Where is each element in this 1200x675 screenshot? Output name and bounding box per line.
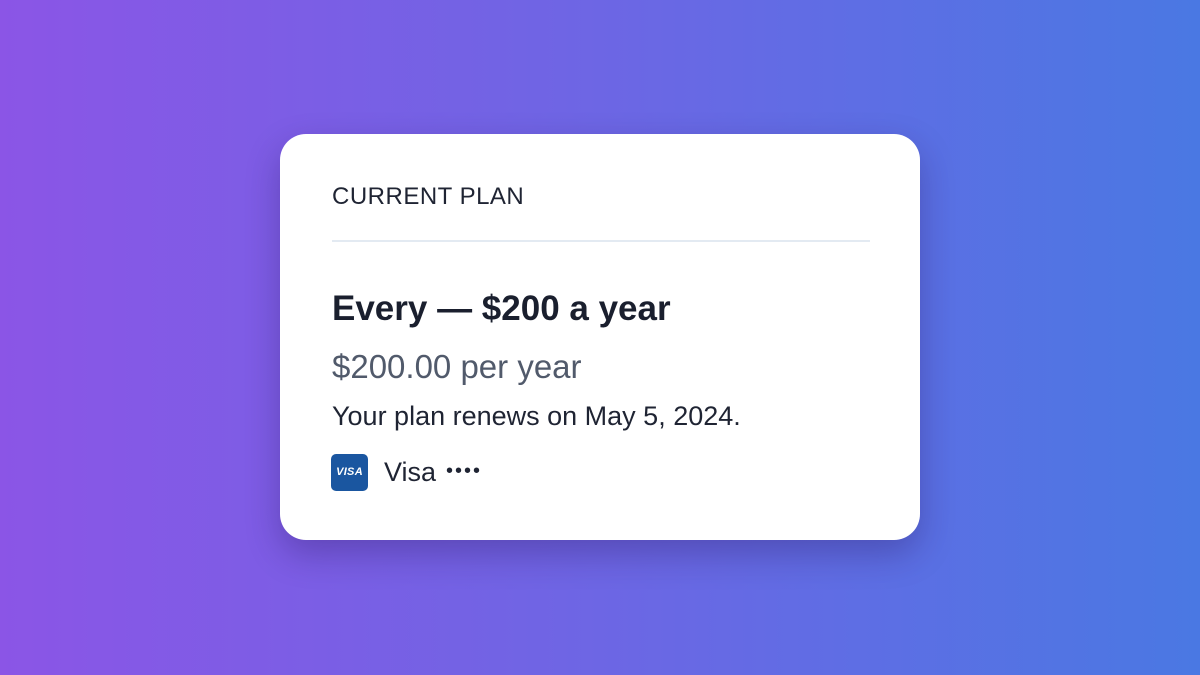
page-background: { "plan_card": { "section_label": "CURRE…	[0, 0, 1200, 675]
visa-icon: VISA	[331, 453, 368, 491]
plan-name: Every — $200 a year	[332, 289, 671, 328]
card-brand: Visa	[384, 456, 437, 487]
visa-icon-text: VISA	[336, 466, 363, 478]
masked-card-number: ••••	[446, 459, 483, 482]
payment-method: VISA Visa ••••	[331, 453, 482, 491]
divider	[332, 240, 870, 242]
renewal-text: Your plan renews on May 5, 2024.	[332, 401, 741, 431]
plan-price: $200.00 per year	[332, 348, 582, 385]
current-plan-card: CURRENT PLAN Every — $200 a year $200.00…	[280, 134, 920, 540]
section-label: CURRENT PLAN	[332, 183, 525, 210]
